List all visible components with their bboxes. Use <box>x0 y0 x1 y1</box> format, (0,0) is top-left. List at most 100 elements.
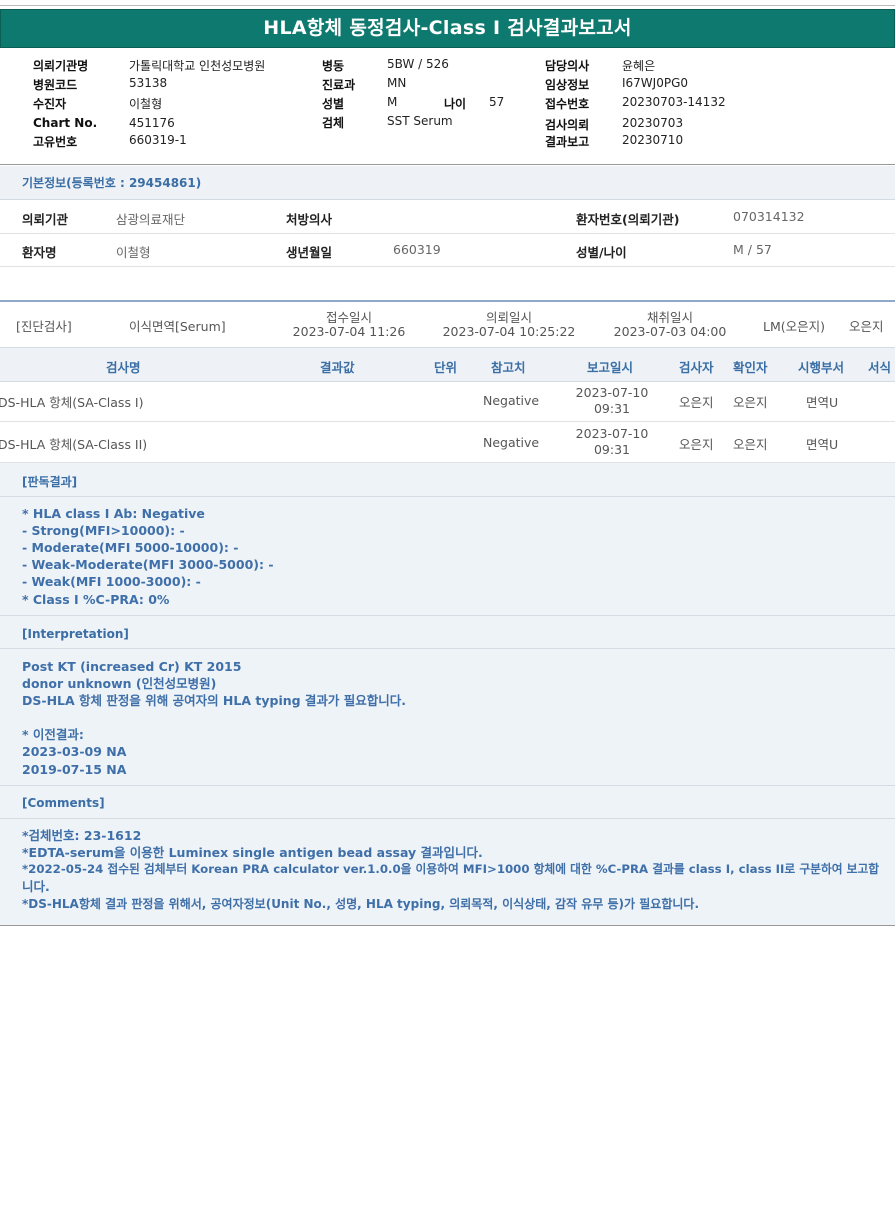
result-reference: Negative <box>483 393 540 408</box>
diag-staff: 오은지 <box>849 319 884 334</box>
chart-label: Chart No. <box>33 116 98 130</box>
age-value: 57 <box>489 95 505 109</box>
result-tester: 오은지 <box>679 437 714 452</box>
comment-line: *EDTA-serum을 이용한 Luminex single antigen … <box>22 845 483 860</box>
reading-line: * HLA class I Ab: Negative <box>22 506 205 521</box>
collected-value: 2023-07-03 04:00 <box>613 324 727 339</box>
interpretation-line: donor unknown (인천성모병원) <box>22 676 217 691</box>
col-verifier: 확인자 <box>733 360 768 375</box>
hospital-code-value: 53138 <box>129 76 168 90</box>
col-dept: 시행부서 <box>798 360 845 375</box>
unique-label: 고유번호 <box>33 135 78 149</box>
institution-label: 의뢰기관명 <box>33 59 89 73</box>
result-date: 2023-07-10 <box>575 426 649 441</box>
top-border <box>0 5 895 6</box>
col-reference: 참고치 <box>491 360 526 375</box>
reading-heading: [판독결과] <box>22 475 78 489</box>
sex-label: 성별 <box>322 97 345 111</box>
interpretation-heading: [Interpretation] <box>22 627 129 641</box>
dob-value: 660319 <box>393 242 441 257</box>
result-date: 2023-07-10 <box>575 385 649 400</box>
institution-value: 가톨릭대학교 인천성모병원 <box>129 59 266 73</box>
result-test-name: DS-HLA 항체(SA-Class II) <box>0 437 148 452</box>
col-form: 서식 <box>868 360 892 375</box>
reading-line: - Weak(MFI 1000-3000): - <box>22 574 201 589</box>
comment-line: *DS-HLA항체 결과 판정을 위해서, 공여자정보(Unit No., 성명… <box>22 897 699 911</box>
header-divider <box>0 164 895 165</box>
patient-no-label: 환자번호(의뢰기관) <box>576 212 680 227</box>
interpretation-line: 2023-03-09 NA <box>22 744 127 759</box>
report-notes-panel: [판독결과] * HLA class I Ab: Negative - Stro… <box>0 463 895 925</box>
clinical-value: I67WJ0PG0 <box>622 76 689 90</box>
req-inst-value: 삼광의료재단 <box>116 212 186 227</box>
interpretation-line: DS-HLA 항체 판정을 위해 공여자의 HLA typing 결과가 필요합… <box>22 693 407 708</box>
received-value: 2023-07-04 11:26 <box>292 324 406 339</box>
specimen-value: SST Serum <box>387 114 453 128</box>
comments-heading: [Comments] <box>22 796 105 810</box>
result-dept: 면역U <box>806 395 839 410</box>
report-bottom-border <box>0 925 895 926</box>
col-result: 결과값 <box>320 360 355 375</box>
result-verifier: 오은지 <box>733 437 768 452</box>
request-label: 검사의뢰 <box>545 118 590 132</box>
clinical-label: 임상정보 <box>545 78 590 92</box>
table-row: DS-HLA 항체(SA-Class II) Negative 2023-07-… <box>0 421 895 463</box>
basic-info-row-2: 환자명 이철형 생년월일 660319 성별/나이 M / 57 <box>0 233 895 267</box>
specimen-label: 검체 <box>322 116 345 130</box>
req-inst-label: 의뢰기관 <box>22 212 69 227</box>
requested-value: 2023-07-04 10:25:22 <box>442 324 576 339</box>
result-reference: Negative <box>483 435 540 450</box>
reading-line: - Strong(MFI>10000): - <box>22 523 185 538</box>
comment-line: *검체번호: 23-1612 <box>22 828 142 843</box>
diagnosis-divider <box>0 300 895 302</box>
col-report-date: 보고일시 <box>587 360 634 375</box>
doctor-value: 윤혜은 <box>622 59 656 73</box>
result-test-name: DS-HLA 항체(SA-Class I) <box>0 395 144 410</box>
results-column-header: 검사명 결과값 단위 참고치 보고일시 검사자 확인자 시행부서 서식 <box>0 347 895 382</box>
diag-category: [진단검사] <box>16 319 72 334</box>
col-test-name: 검사명 <box>106 360 141 375</box>
chart-value: 451176 <box>129 116 175 130</box>
result-verifier: 오은지 <box>733 395 768 410</box>
comment-line: *2022-05-24 접수된 검체부터 Korean PRA calculat… <box>22 862 880 876</box>
reading-line: - Weak-Moderate(MFI 3000-5000): - <box>22 557 274 572</box>
patient-no-value: 070314132 <box>733 209 805 224</box>
basic-info-row-1: 의뢰기관 삼광의료재단 처방의사 환자번호(의뢰기관) 070314132 <box>0 200 895 234</box>
diag-lm: LM(오은지) <box>763 319 826 334</box>
ward-label: 병동 <box>322 59 345 73</box>
result-tester: 오은지 <box>679 395 714 410</box>
doctor-label: 담당의사 <box>545 59 590 73</box>
interpretation-line: Post KT (increased Cr) KT 2015 <box>22 659 242 674</box>
report-title: HLA항체 동정검사-Class I 검사결과보고서 <box>0 9 895 48</box>
receipt-label: 접수번호 <box>545 97 590 111</box>
patient-name-label: 환자명 <box>22 245 57 260</box>
receipt-value: 20230703-14132 <box>622 95 726 109</box>
patient-name-value: 이철형 <box>116 245 151 260</box>
examinee-label: 수진자 <box>33 97 67 111</box>
hospital-code-label: 병원코드 <box>33 78 78 92</box>
sex-age-value: M / 57 <box>733 242 772 257</box>
prescriber-label: 처방의사 <box>286 212 333 227</box>
col-tester: 검사자 <box>679 360 714 375</box>
reading-line: * Class I %C-PRA: 0% <box>22 592 170 607</box>
reading-line: - Moderate(MFI 5000-10000): - <box>22 540 239 555</box>
dob-label: 생년월일 <box>286 245 333 260</box>
comment-line: 니다. <box>22 879 50 894</box>
age-label: 나이 <box>444 97 467 111</box>
report-value: 20230710 <box>622 133 684 147</box>
unique-value: 660319-1 <box>129 133 187 147</box>
dept-label: 진료과 <box>322 78 356 92</box>
dept-value: MN <box>387 76 407 90</box>
interpretation-line: 2019-07-15 NA <box>22 762 127 777</box>
ward-value: 5BW / 526 <box>387 57 449 71</box>
sex-age-label: 성별/나이 <box>576 245 627 260</box>
basic-info-heading: 기본정보(등록번호 : 29454861) <box>0 166 895 200</box>
table-row: DS-HLA 항체(SA-Class I) Negative 2023-07-1… <box>0 380 895 422</box>
examinee-value: 이철형 <box>129 97 163 111</box>
report-label: 결과보고 <box>545 135 590 149</box>
diag-test: 이식면역[Serum] <box>129 319 226 334</box>
result-time: 09:31 <box>593 442 631 457</box>
sex-value: M <box>387 95 398 109</box>
result-time: 09:31 <box>593 401 631 416</box>
request-value: 20230703 <box>622 116 684 130</box>
